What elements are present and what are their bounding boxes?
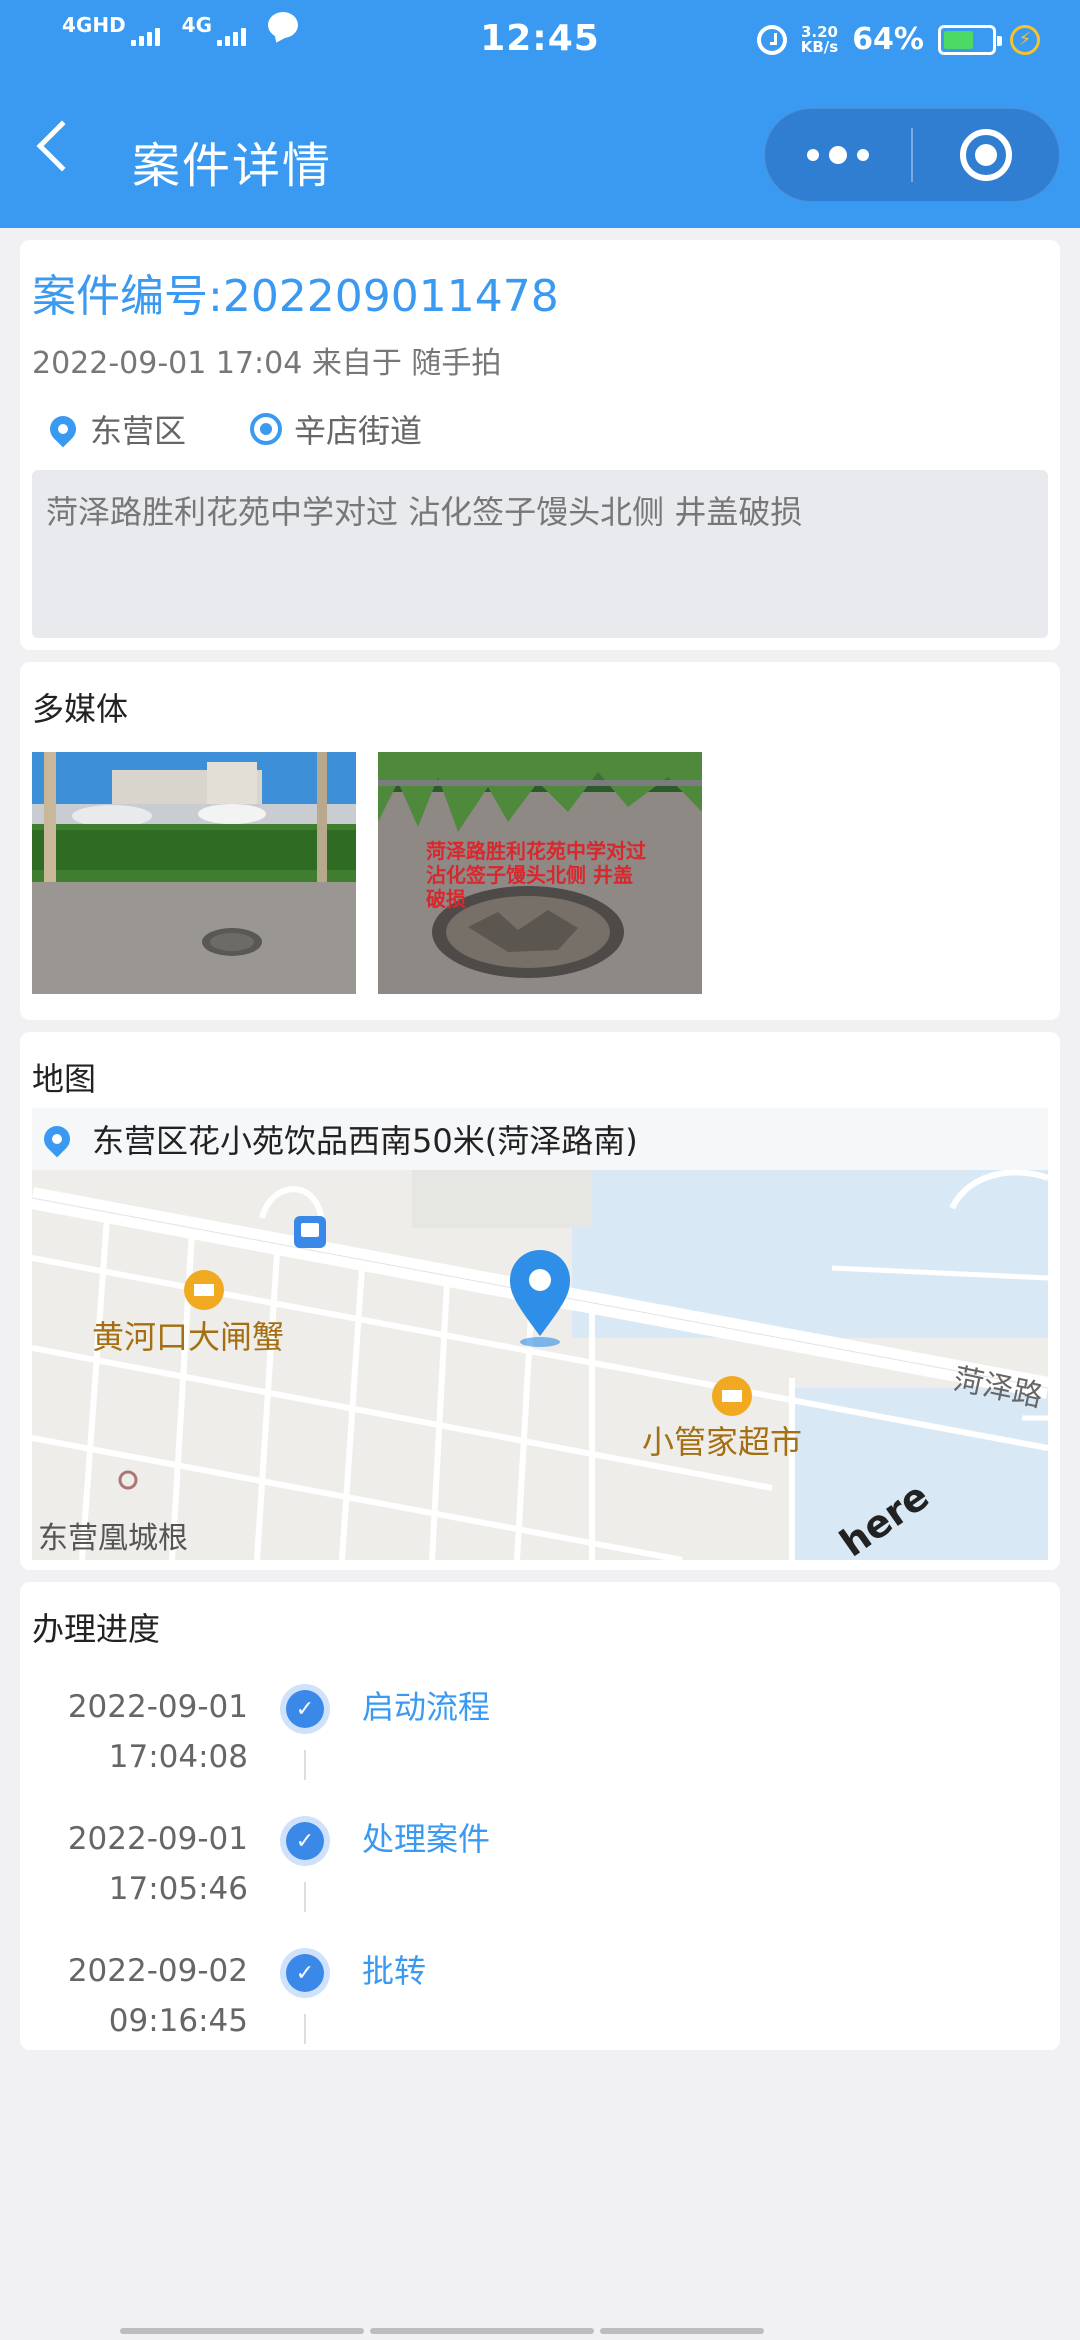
check-icon: ✓ <box>280 1684 330 1734</box>
timeline-connector <box>304 1882 306 1912</box>
close-miniprogram-button[interactable] <box>913 109 1059 201</box>
network-speed: 3.20 KB/s <box>800 24 839 56</box>
photo-overlay-line2: 沾化签子馒头北侧 井盖 <box>426 863 633 887</box>
home-indicator[interactable] <box>120 2328 764 2334</box>
step-time: 09:16:45 <box>108 2003 248 2039</box>
manhole-photo-image: 菏泽路胜利花苑中学对过 沾化签子馒头北侧 井盖 破损 <box>378 752 702 994</box>
progress-card: 办理进度 2022-09-01 17:04:08 ✓ 启动流程 2022-09-… <box>20 1582 1060 2050</box>
step-label[interactable]: 启动流程 <box>362 1682 490 1732</box>
map-card: 地图 黄河口大闸蟹 小管家超市 东营凰城根 菏泽路 here 东营区花小苑饮品西… <box>20 1032 1060 1570</box>
battery-percentage: 64% <box>852 22 924 57</box>
check-icon: ✓ <box>280 1948 330 1998</box>
status-bar: 4GHD 4G 12:45 3.20 KB/s 64% ⚡ <box>0 0 1080 84</box>
progress-step: 2022-09-01 17:04:08 ✓ 启动流程 <box>20 1682 1060 1812</box>
step-date: 2022-09-01 <box>67 1689 248 1725</box>
location-pin-icon <box>44 410 82 448</box>
step-date: 2022-09-01 <box>67 1821 248 1857</box>
more-dot-icon <box>829 146 847 164</box>
map-address: 东营区花小苑饮品西南50米(菏泽路南) <box>92 1122 638 1160</box>
case-description: 菏泽路胜利花苑中学对过 沾化签子馒头北侧 井盖破损 <box>32 470 1048 638</box>
location-row: 东营区 辛店街道 <box>44 406 423 452</box>
page-title: 案件详情 <box>132 138 333 194</box>
top-bar: 4GHD 4G 12:45 3.20 KB/s 64% ⚡ 案件详情 <box>0 0 1080 228</box>
step-date: 2022-09-02 <box>67 1953 248 1989</box>
street-label: 辛店街道 <box>294 412 423 450</box>
timeline-connector <box>304 2014 306 2044</box>
media-photo-2[interactable]: 菏泽路胜利花苑中学对过 沾化签子馒头北侧 井盖 破损 <box>378 752 702 994</box>
photo-overlay-line3: 破损 <box>426 887 466 911</box>
battery-level <box>944 30 974 49</box>
target-icon <box>960 129 1012 181</box>
step-datetime: 2022-09-01 17:04:08 <box>20 1682 248 1782</box>
progress-step: 2022-09-02 09:16:45 ✓ 批转 <box>20 1946 1060 2076</box>
back-button[interactable] <box>36 120 88 172</box>
battery-icon <box>938 24 1002 55</box>
alarm-icon <box>756 24 787 55</box>
map-canvas: 黄河口大闸蟹 小管家超市 东营凰城根 菏泽路 here <box>32 1108 1048 1560</box>
map-section-title: 地图 <box>32 1060 97 1098</box>
map-address-row: 东营区花小苑饮品西南50米(菏泽路南) <box>32 1108 1048 1170</box>
more-button[interactable] <box>765 109 911 201</box>
map-view[interactable]: 黄河口大闸蟹 小管家超市 东营凰城根 菏泽路 here <box>32 1108 1048 1560</box>
progress-section-title: 办理进度 <box>32 1610 161 1648</box>
network-speed-unit: KB/s <box>800 37 839 56</box>
locate-icon <box>250 413 283 445</box>
check-icon: ✓ <box>280 1816 330 1866</box>
charging-icon: ⚡ <box>1010 24 1040 55</box>
case-number: 案件编号:202209011478 <box>32 271 559 322</box>
step-time: 17:04:08 <box>108 1739 248 1775</box>
map-pin-icon <box>38 1120 76 1158</box>
step-time: 17:05:46 <box>108 1871 248 1907</box>
step-label[interactable]: 批转 <box>362 1946 426 1996</box>
more-dot-icon <box>857 149 869 161</box>
map-poi-label-2: 小管家超市 <box>642 1423 802 1461</box>
photo-overlay-line1: 菏泽路胜利花苑中学对过 <box>426 839 646 863</box>
progress-step: 2022-09-01 17:05:46 ✓ 处理案件 <box>20 1814 1060 1944</box>
step-datetime: 2022-09-02 09:16:45 <box>20 1946 248 2046</box>
step-datetime: 2022-09-01 17:05:46 <box>20 1814 248 1914</box>
map-poi-label-1: 黄河口大闸蟹 <box>92 1318 284 1356</box>
timeline-connector <box>304 1750 306 1780</box>
step-label[interactable]: 处理案件 <box>362 1814 490 1864</box>
media-card: 多媒体 菏泽路胜利花苑中学对过 沾化签子馒头北侧 井盖 破损 <box>20 662 1060 1020</box>
media-photo-1[interactable] <box>32 752 356 994</box>
case-meta: 2022-09-01 17:04 来自于 随手拍 <box>32 346 502 381</box>
street-photo-image <box>32 752 356 994</box>
map-poi-label-3: 东营凰城根 <box>38 1521 188 1556</box>
more-dot-icon <box>807 149 819 161</box>
case-info-card: 案件编号:202209011478 2022-09-01 17:04 来自于 随… <box>20 240 1060 650</box>
district-label: 东营区 <box>90 412 187 450</box>
media-section-title: 多媒体 <box>32 690 129 728</box>
miniprogram-capsule <box>764 108 1060 202</box>
